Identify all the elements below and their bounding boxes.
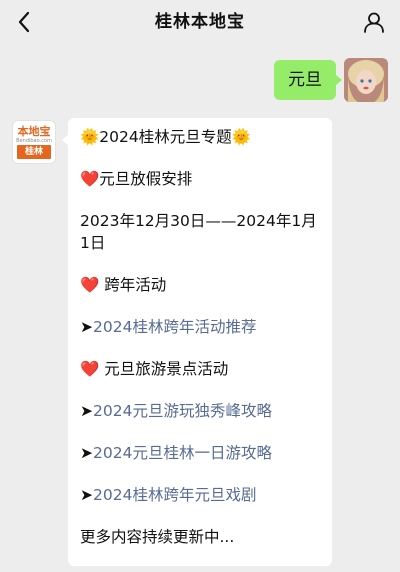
message-footer: 更多内容持续更新中... — [80, 528, 235, 546]
person-icon — [364, 12, 384, 33]
link-drama-label[interactable]: 2024桂林跨年元旦戏剧 — [93, 486, 256, 504]
chat-title: 桂林本地宝 — [155, 12, 245, 32]
holiday-heading: ❤️元旦放假安排 — [80, 170, 193, 188]
bot-avatar[interactable]: 本地宝 Bendibao.com 桂林 — [12, 120, 56, 164]
logo-name: 本地宝 — [17, 125, 51, 138]
outgoing-message[interactable]: 元旦 — [274, 60, 342, 100]
logo-site: Bendibao.com — [16, 138, 52, 144]
scenic-heading: ❤️ 元旦旅游景点活动 — [80, 360, 229, 378]
newyear-heading: ❤️ 跨年活动 — [80, 276, 167, 294]
link-newyear-events-label[interactable]: 2024桂林跨年活动推荐 — [93, 318, 256, 336]
logo-city-tag: 桂林 — [17, 145, 51, 159]
message-title: 🌞2024桂林元旦专题🌞 — [80, 128, 252, 146]
profile-button[interactable] — [358, 6, 390, 38]
link-oneday-tour-label[interactable]: 2024元旦桂林一日游攻略 — [93, 444, 272, 462]
link-duxiufeng[interactable]: ➤2024元旦游玩独秀峰攻略 — [80, 400, 320, 422]
top-bar: 桂林本地宝 — [0, 0, 400, 44]
arrow-icon: ➤ — [80, 318, 93, 336]
arrow-icon: ➤ — [80, 402, 93, 420]
arrow-icon: ➤ — [80, 444, 93, 462]
link-duxiufeng-label[interactable]: 2024元旦游玩独秀峰攻略 — [93, 402, 272, 420]
user-avatar[interactable] — [344, 58, 388, 102]
link-newyear-events[interactable]: ➤2024桂林跨年活动推荐 — [80, 316, 320, 338]
link-oneday-tour[interactable]: ➤2024元旦桂林一日游攻略 — [80, 442, 320, 464]
holiday-dates: 2023年12月30日——2024年1月1日 — [80, 212, 317, 252]
link-drama[interactable]: ➤2024桂林跨年元旦戏剧 — [80, 484, 320, 506]
arrow-icon: ➤ — [80, 486, 93, 504]
incoming-message: 🌞2024桂林元旦专题🌞 ❤️元旦放假安排 2023年12月30日——2024年… — [62, 118, 332, 566]
